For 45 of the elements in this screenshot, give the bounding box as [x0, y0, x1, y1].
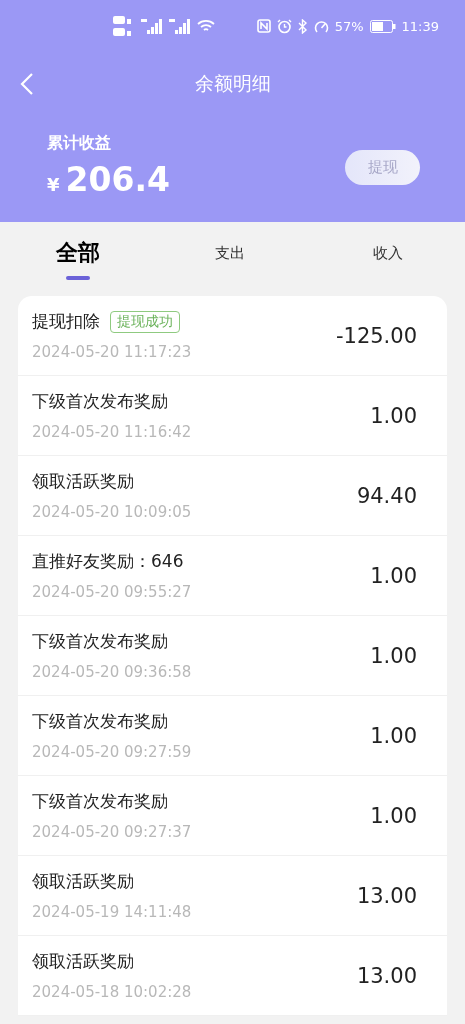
record-time: 2024-05-20 09:27:37 [32, 823, 192, 841]
record-amount: 1.00 [370, 563, 417, 588]
tab[interactable]: 全部 [20, 222, 172, 296]
tab[interactable]: 支出 [171, 222, 288, 296]
record-title: 领取活跃奖励 [32, 470, 134, 493]
battery-icon [369, 19, 396, 33]
record-time: 2024-05-20 09:55:27 [32, 583, 192, 601]
total-earnings-label: 累计收益 [47, 133, 112, 154]
record-title: 提现扣除 [32, 310, 100, 333]
nfc-icon [256, 19, 271, 33]
record-title: 领取活跃奖励 [32, 950, 134, 973]
record-title: 直推好友奖励：646 [32, 550, 184, 573]
record-time: 2024-05-20 10:09:05 [32, 503, 192, 521]
record-title: 下级首次发布奖励 [32, 790, 168, 813]
tab[interactable]: 收入 [287, 222, 445, 296]
alarm-icon [276, 18, 292, 34]
record-amount: 13.00 [356, 883, 417, 908]
record-amount: 1.00 [370, 643, 417, 668]
total-earnings-amount: 206.4 [65, 160, 170, 199]
record-amount: 1.00 [370, 803, 417, 828]
record-time: 2024-05-20 11:16:42 [32, 423, 192, 441]
record-time: 2024-05-19 14:11:48 [32, 903, 192, 921]
battery-percent: 57% [334, 18, 364, 34]
record-title: 下级首次发布奖励 [32, 710, 168, 733]
record-amount: 1.00 [370, 723, 417, 748]
bluetooth-icon [297, 18, 308, 34]
record-time: 2024-05-20 11:17:23 [32, 343, 192, 361]
record-amount: 1.00 [370, 403, 417, 428]
record-amount: 13.00 [356, 963, 417, 988]
speedometer-icon [313, 18, 329, 34]
page-title: 余额明细 [194, 70, 271, 96]
record-time: 2024-05-20 09:36:58 [32, 663, 192, 681]
record-amount: -125.00 [335, 323, 417, 348]
signal-icon [168, 18, 191, 34]
record-time: 2024-05-20 09:27:59 [32, 743, 192, 761]
record-amount: 94.40 [356, 483, 417, 508]
record-title: 领取活跃奖励 [32, 870, 134, 893]
wifi-icon [196, 19, 215, 33]
status-badge: 提现成功 [110, 310, 180, 333]
currency-symbol: ¥ [47, 174, 60, 195]
record-title: 下级首次发布奖励 [32, 630, 168, 653]
record-title: 下级首次发布奖励 [32, 390, 168, 413]
signal-icon [140, 18, 163, 34]
record-time: 2024-05-18 10:02:28 [32, 983, 192, 1001]
clock-time: 11:39 [401, 18, 439, 34]
